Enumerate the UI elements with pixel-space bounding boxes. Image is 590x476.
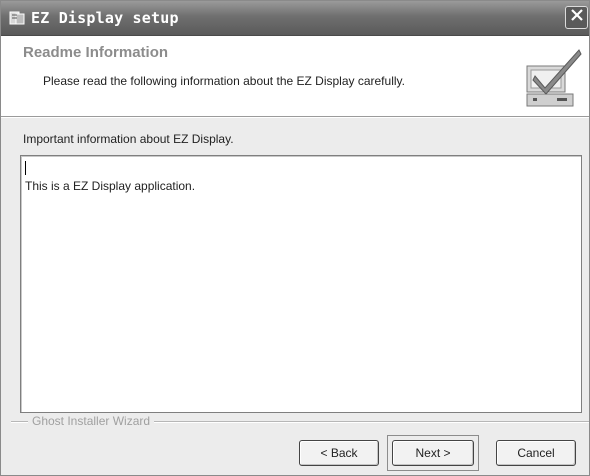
setup-app-icon xyxy=(9,10,25,26)
wizard-header: Readme Information Please read the follo… xyxy=(1,36,589,116)
cancel-button[interactable]: Cancel xyxy=(496,440,576,466)
header-divider xyxy=(1,116,589,118)
window-title: EZ Display setup xyxy=(31,9,179,27)
back-button[interactable]: < Back xyxy=(299,440,379,466)
next-button[interactable]: Next > xyxy=(392,440,474,466)
close-button[interactable] xyxy=(565,6,588,29)
page-title: Readme Information xyxy=(23,44,169,61)
close-icon xyxy=(570,8,584,27)
text-caret xyxy=(25,161,26,175)
setup-window: EZ Display setup Readme Information Plea… xyxy=(0,0,590,476)
page-subtitle: Please read the following information ab… xyxy=(43,74,405,88)
readme-textbox[interactable]: This is a EZ Display application. xyxy=(20,155,582,413)
title-bar[interactable]: EZ Display setup xyxy=(1,1,589,36)
wizard-brand-label: Ghost Installer Wizard xyxy=(28,414,155,428)
info-label: Important information about EZ Display. xyxy=(23,132,234,146)
checkmark-install-icon xyxy=(521,46,585,110)
readme-content: This is a EZ Display application. xyxy=(25,179,196,193)
